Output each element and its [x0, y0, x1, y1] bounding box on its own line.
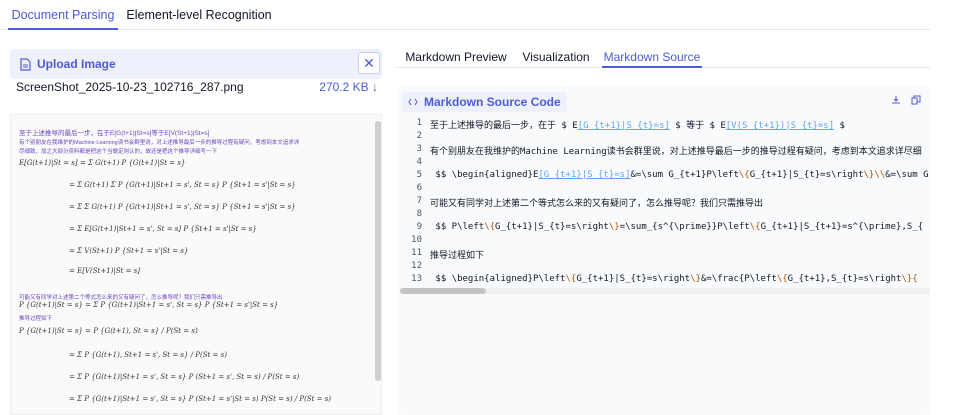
line-number: 5 [416, 170, 422, 180]
preview-text: 可能又有同学对上述第二个等式怎么来的又有疑问了，怎么推导呢？我们只需推导出 [19, 295, 223, 301]
upload-panel: Upload Image ✕ ScreenShot_2025-10-23_102… [0, 30, 390, 415]
line-number: 3 [416, 144, 422, 154]
code-line-3: 有个别朋友在我维护的Machine Learning读书会群里说，对上述推导最后… [430, 147, 922, 157]
preview-equation: = Σ P {G(t+1)|St+1 = s', St = s} P (St+1… [69, 373, 300, 381]
line-number: 10 [411, 235, 422, 245]
document-icon [20, 57, 31, 71]
download-button[interactable] [888, 92, 904, 108]
line-number: 4 [416, 157, 422, 167]
code-line-5: $$ \begin{aligned}E[G_{t+1}|S_{t}=s]&=\s… [430, 170, 929, 180]
horizontal-scrollbar[interactable] [400, 288, 930, 294]
file-name: ScreenShot_2025-10-23_102716_287.png [16, 80, 244, 94]
result-tab-bar: Markdown Preview Visualization Markdown … [396, 44, 930, 68]
line-number: 1 [416, 118, 422, 128]
line-number: 6 [416, 183, 422, 193]
close-icon: ✕ [363, 54, 375, 71]
preview-equation: = Σ Σ G(t+1) P {G(t+1)|St+1 = s', St = s… [69, 203, 296, 211]
line-number: 7 [416, 196, 422, 206]
upload-image-button[interactable]: Upload Image [16, 54, 122, 74]
preview-equation: = Σ V(St+1) P {St+1 = s'|St = s} [69, 247, 189, 255]
tab-element-level-recognition[interactable]: Element-level Recognition [126, 8, 272, 30]
upload-image-label: Upload Image [37, 57, 116, 71]
line-number: 12 [411, 261, 422, 271]
file-size-download[interactable]: 270.2 KB ↓ [319, 80, 378, 94]
preview-equation: P {G(t+1)|St = s} = Σ P {G(t+1)|St+1 = s… [19, 301, 279, 309]
line-number: 8 [416, 209, 422, 219]
result-panel: Markdown Preview Visualization Markdown … [396, 30, 930, 415]
code-line-13: $$ \begin{aligned}P\left\{G_{t+1}|S_{t}=… [430, 274, 918, 284]
top-tab-bar: Document Parsing Element-level Recogniti… [0, 0, 930, 30]
preview-equation: = Σ G(t+1) Σ P {G(t+1)|St+1 = s', St = s… [69, 181, 296, 189]
preview-equation: P {G(t+1)|St = s} = P {G(t+1), St = s} /… [19, 327, 198, 335]
preview-equation: = Σ P {G(t+1)|St+1 = s', St = s} P (St+1… [69, 395, 332, 403]
code-line-9: $$ P\left\{G_{t+1}|S_{t}=s\right\}=\sum_… [430, 222, 924, 232]
code-icon [408, 98, 418, 106]
code-line-1: 至于上述推导的最后一步，在于 $ E[G_{t+1}|S_{t}=s] $ 等于… [430, 121, 845, 131]
download-icon [892, 96, 900, 104]
code-line-11: 推导过程如下 [430, 251, 485, 261]
preview-equation: = E[V(St+1)|St = s] [69, 267, 140, 275]
close-button[interactable]: ✕ [358, 52, 380, 74]
copy-button[interactable] [908, 92, 924, 108]
file-row: ScreenShot_2025-10-23_102716_287.png 270… [16, 80, 378, 98]
code-lines[interactable]: 1 2 3 4 5 6 7 8 9 10 11 12 13 至于上述推导的最后一… [398, 116, 930, 284]
image-preview: 至于上述推导的最后一步，在于E[G(t+1)|St=s]等于E[V(St+1)|… [10, 114, 382, 415]
preview-text: 至于上述推导的最后一步，在于E[G(t+1)|St=s]等于E[V(St+1)|… [19, 130, 210, 137]
tab-markdown-source[interactable]: Markdown Source [602, 50, 702, 68]
preview-text: 有个别朋友在我维护的Machine Learning读书会群里说，对上述推导最后… [19, 140, 300, 146]
line-number: 9 [416, 222, 422, 232]
markdown-source-box: Markdown Source Code 1 2 3 4 5 6 7 8 9 1… [398, 86, 930, 415]
line-number: 2 [416, 131, 422, 141]
code-header: Markdown Source Code [402, 92, 567, 112]
preview-equation: = Σ P {G(t+1), St+1 = s', St = s} / P(St… [69, 351, 227, 359]
preview-equation: E[G(t+1)|St = s] = Σ G(t+1) P {G(t+1)|St… [19, 159, 186, 167]
preview-equation: = Σ E[G(t+1)|St+1 = s', St = s] P {St+1 … [69, 225, 257, 233]
preview-text: 推导过程如下 [19, 316, 53, 322]
tab-markdown-preview[interactable]: Markdown Preview [404, 50, 508, 68]
code-line-7: 可能又有同学对上述第二个等式怎么来的又有疑问了，怎么推导呢？我们只需推导出 [430, 199, 764, 209]
code-actions [888, 92, 924, 108]
code-title: Markdown Source Code [424, 95, 561, 109]
preview-text: 尽细致，加之大部分资料都是把这个当做定则认的，故还是把这个推导详细写一下 [19, 149, 218, 155]
preview-scrollbar[interactable] [375, 121, 381, 381]
line-number: 11 [411, 248, 422, 258]
line-number: 13 [411, 274, 422, 284]
upload-header: Upload Image ✕ [10, 49, 382, 79]
tab-visualization[interactable]: Visualization [520, 50, 592, 68]
tab-document-parsing[interactable]: Document Parsing [8, 8, 118, 30]
scrollbar-thumb[interactable] [400, 288, 486, 294]
copy-icon [911, 95, 921, 105]
